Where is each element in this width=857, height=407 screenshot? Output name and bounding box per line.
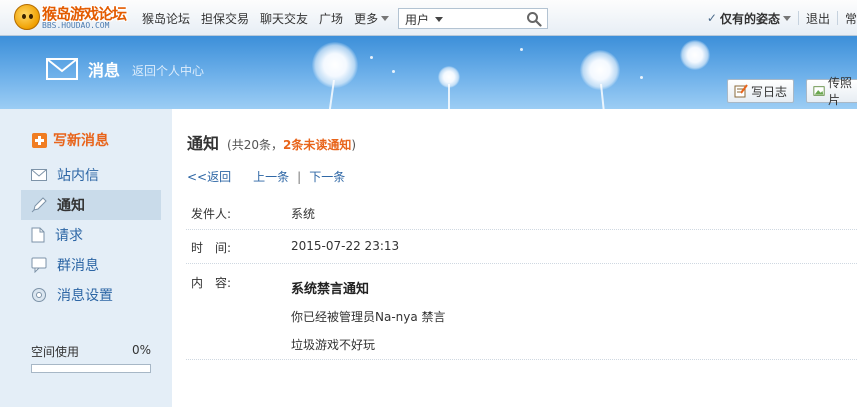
- divider: [797, 11, 799, 25]
- back-link[interactable]: <<返回: [187, 168, 231, 185]
- sidebar-item-label: 站内信: [57, 168, 99, 184]
- time-value: 2015-07-22 23:13: [291, 239, 400, 253]
- page-title: 消息: [88, 61, 121, 80]
- sidebar-item-message-settings[interactable]: 消息设置: [21, 280, 161, 310]
- dandelion-decoration: [312, 42, 358, 88]
- search-box[interactable]: 用户: [398, 8, 548, 29]
- chevron-down-icon: [381, 15, 390, 21]
- message-line: 你已经被管理员Na-nya 禁言: [291, 310, 446, 324]
- chevron-down-icon: [435, 17, 444, 22]
- monkey-logo-icon: [14, 4, 40, 30]
- count-suffix: ): [351, 138, 357, 152]
- sidebar-item-inbox[interactable]: 站内信: [21, 160, 161, 190]
- space-usage-value: 0%: [131, 343, 151, 357]
- settings-circle-icon: [32, 288, 46, 302]
- time-row: 时 间: 2015-07-22 23:13: [186, 230, 857, 264]
- notification-count: (共20条，2条未读通知): [227, 136, 356, 153]
- sidebar-item-label: 请求: [55, 228, 83, 244]
- seed-decoration: [640, 76, 643, 79]
- message-line: 垃圾游戏不好玩: [291, 338, 376, 352]
- notification-header: 通知 (共20条，2条未读通知): [187, 130, 356, 154]
- message-pager: <<返回 上一条 | 下一条: [187, 168, 345, 185]
- dandelion-decoration: [680, 40, 710, 70]
- logout-link[interactable]: 退出: [806, 10, 830, 27]
- username[interactable]: 仅有的姿态: [720, 10, 780, 27]
- site-logo[interactable]: 猴岛游戏论坛 BBS.HOUDAO.COM: [14, 2, 140, 34]
- content-label: 内 容:: [191, 276, 232, 290]
- dandelion-stem: [448, 84, 450, 109]
- sidebar-menu: 站内信 通知 请求 群消息 消息设置: [21, 160, 161, 310]
- prev-link[interactable]: 上一条: [253, 168, 289, 185]
- pager-separator: |: [297, 169, 302, 184]
- nav-more-dropdown[interactable]: 更多: [354, 10, 390, 27]
- pencil-icon: [31, 197, 47, 213]
- sender-value: 系统: [291, 207, 316, 221]
- compose-message-label: 写新消息: [53, 133, 109, 149]
- time-label: 时 间:: [191, 241, 232, 255]
- next-link[interactable]: 下一条: [309, 168, 345, 185]
- write-blog-label: 写日志: [751, 84, 788, 99]
- sidebar-item-label: 通知: [57, 198, 85, 214]
- chat-bubble-icon: [31, 257, 47, 273]
- user-status-icon: ✓: [706, 11, 717, 25]
- chevron-down-icon[interactable]: [782, 15, 791, 21]
- envelope-icon: [46, 58, 78, 80]
- plus-icon: [32, 132, 47, 148]
- upload-photo-button[interactable]: 传照片: [806, 76, 857, 107]
- seed-decoration: [392, 70, 395, 73]
- sender-label: 发件人:: [191, 207, 232, 221]
- photo-icon: [813, 86, 825, 96]
- sidebar-item-requests[interactable]: 请求: [21, 220, 161, 250]
- extra-link[interactable]: 常: [845, 10, 857, 27]
- message-detail: 发件人: 系统 时 间: 2015-07-22 23:13 内 容: 系统禁言通…: [186, 196, 857, 360]
- logo-domain-text: BBS.HOUDAO.COM: [42, 21, 110, 30]
- sidebar-item-label: 消息设置: [57, 288, 113, 304]
- sidebar-item-group-messages[interactable]: 群消息: [21, 250, 161, 280]
- search-type-label: 用户: [405, 13, 430, 27]
- nav-item-trade[interactable]: 担保交易: [201, 10, 249, 27]
- seed-decoration: [370, 56, 373, 59]
- search-type-select[interactable]: 用户: [405, 11, 444, 28]
- header-banner: 消息 返回个人中心 写日志 传照片: [0, 36, 857, 109]
- write-blog-button[interactable]: 写日志: [727, 79, 795, 103]
- compose-message-button[interactable]: 写新消息: [32, 130, 109, 150]
- divider: [836, 11, 838, 25]
- space-usage: 空间使用 0%: [31, 343, 151, 373]
- notification-title: 通知: [187, 134, 220, 153]
- write-blog-icon: [734, 84, 748, 98]
- nav-item-plaza[interactable]: 广场: [319, 10, 343, 27]
- search-icon[interactable]: [526, 11, 542, 27]
- space-usage-label: 空间使用: [31, 345, 80, 359]
- nav-item-chat[interactable]: 聊天交友: [260, 10, 308, 27]
- sidebar-item-label: 群消息: [57, 258, 99, 274]
- seed-decoration: [520, 48, 523, 51]
- count-prefix: (共20条，: [227, 138, 283, 152]
- upload-photo-label: 传照片: [828, 76, 853, 107]
- message-title: 系统禁言通知: [291, 282, 370, 297]
- sidebar-item-notifications[interactable]: 通知: [21, 190, 161, 220]
- nav-more-label: 更多: [354, 11, 379, 26]
- sender-row: 发件人: 系统: [186, 196, 857, 230]
- nav-item-forum[interactable]: 猴岛论坛: [142, 10, 190, 27]
- back-to-profile-link[interactable]: 返回个人中心: [132, 62, 204, 79]
- content-row: 内 容: 系统禁言通知 你已经被管理员Na-nya 禁言 垃圾游戏不好玩: [186, 264, 857, 360]
- top-navbar: 猴岛游戏论坛 BBS.HOUDAO.COM 猴岛论坛 担保交易 聊天交友 广场 …: [0, 0, 857, 36]
- main-nav: 猴岛论坛 担保交易 聊天交友 广场 更多: [142, 0, 400, 36]
- user-area: ✓ 仅有的姿态 退出 常: [707, 0, 857, 36]
- space-usage-bar: [31, 364, 151, 373]
- unread-count[interactable]: 2条未读通知: [283, 138, 351, 152]
- mail-icon: [31, 169, 47, 181]
- document-icon: [31, 227, 45, 243]
